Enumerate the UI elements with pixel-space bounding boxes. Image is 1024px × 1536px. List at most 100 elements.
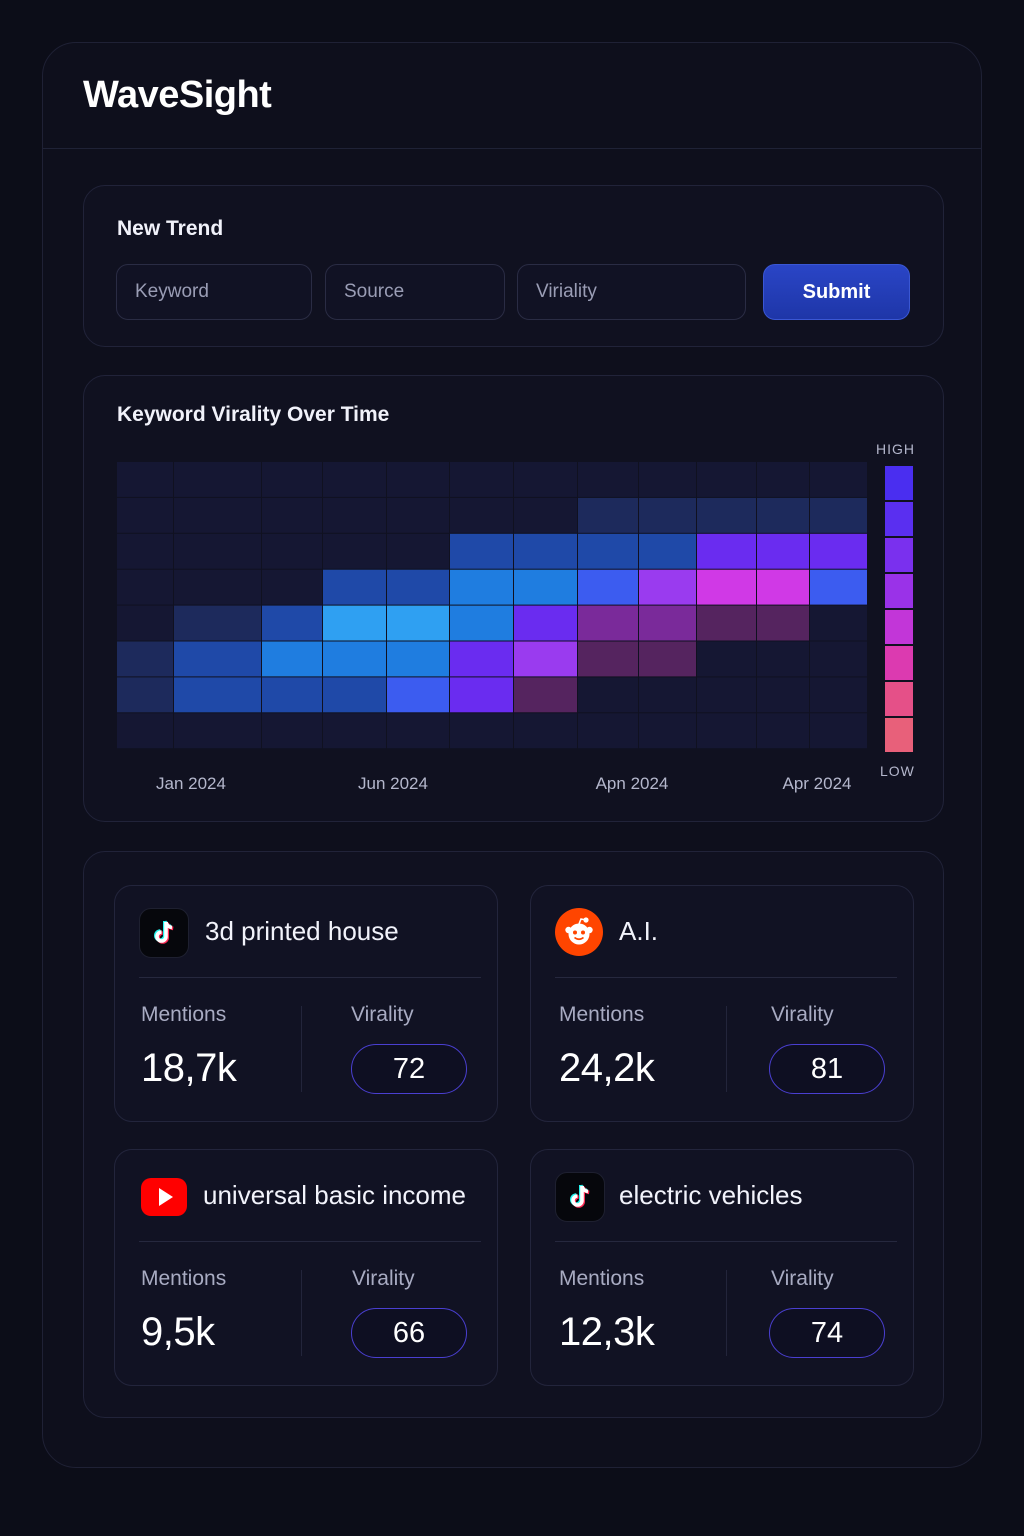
heatmap-cell: [174, 713, 261, 749]
heatmap-cell: [578, 497, 638, 533]
heatmap-cell: [810, 677, 867, 713]
legend-swatch: [885, 682, 913, 716]
youtube-icon: [139, 1172, 189, 1222]
heatmap-cell: [174, 569, 261, 605]
keyword-field[interactable]: [116, 264, 312, 320]
heatmap-cell: [757, 497, 809, 533]
heatmap-cell: [117, 569, 173, 605]
mentions-value: 9,5k: [141, 1310, 215, 1354]
heatmap-cell: [639, 677, 696, 713]
source-input[interactable]: [344, 281, 504, 303]
virality-chart-panel: Keyword Virality Over Time HIGH LOW Jan …: [83, 375, 944, 822]
heatmap-cell: [514, 677, 577, 713]
heatmap-cell: [639, 462, 696, 497]
heatmap-cell: [262, 713, 322, 749]
heatmap-cell: [450, 569, 513, 605]
heatmap-cell: [514, 497, 577, 533]
heatmap-cell: [323, 462, 386, 497]
heatmap-cell: [262, 497, 322, 533]
heatmap-cell: [450, 713, 513, 749]
heatmap-cell: [697, 462, 756, 497]
x-tick-label: Apr 2024: [783, 774, 852, 793]
heatmap-cell: [450, 462, 513, 497]
heatmap-cell: [262, 605, 322, 641]
heatmap-cell: [578, 677, 638, 713]
metric-divider: [726, 1270, 727, 1356]
mentions-label: Mentions: [141, 1003, 227, 1026]
heatmap-cell: [578, 641, 638, 677]
heatmap-cell: [639, 641, 696, 677]
heatmap-cell: [757, 641, 809, 677]
trend-keyword: universal basic income: [203, 1180, 467, 1210]
virality-score-badge: 74: [769, 1308, 885, 1358]
source-field[interactable]: [325, 264, 505, 320]
heatmap-cell: [323, 497, 386, 533]
new-trend-panel: New Trend Submit: [83, 185, 944, 347]
heatmap-cell: [117, 462, 173, 497]
keyword-input[interactable]: [135, 281, 311, 303]
tiktok-icon: [555, 1172, 605, 1222]
heatmap-cell: [117, 605, 173, 641]
legend-swatch: [885, 610, 913, 644]
heatmap-cell: [697, 677, 756, 713]
trend-card-header: 3d printed house: [139, 908, 481, 978]
heatmap-cell: [697, 569, 756, 605]
heatmap-cell: [323, 533, 386, 569]
virality-score-badge: 66: [351, 1308, 467, 1358]
heatmap-cell: [450, 641, 513, 677]
mentions-value: 24,2k: [559, 1046, 655, 1090]
heatmap-cell: [323, 677, 386, 713]
virality-label: Virality: [351, 1003, 414, 1026]
heatmap-cell: [387, 533, 449, 569]
heatmap-cell: [757, 605, 809, 641]
heatmap-cell: [174, 533, 261, 569]
legend-swatch: [885, 718, 913, 752]
heatmap-cell: [578, 605, 638, 641]
new-trend-heading: New Trend: [117, 217, 224, 240]
heatmap-cell: [578, 462, 638, 497]
heatmap-cell: [578, 533, 638, 569]
submit-button[interactable]: Submit: [763, 264, 910, 320]
heatmap-cell: [387, 677, 449, 713]
heatmap-cell: [810, 713, 867, 749]
heatmap-cell: [514, 462, 577, 497]
trend-keyword: A.I.: [619, 916, 659, 946]
heatmap-cell: [450, 533, 513, 569]
mentions-label: Mentions: [559, 1267, 645, 1290]
heatmap-cell: [262, 462, 322, 497]
heatmap-cell: [387, 605, 449, 641]
trend-card[interactable]: universal basic income Mentions 9,5k Vir…: [114, 1149, 498, 1386]
metric-divider: [726, 1006, 727, 1092]
heatmap-cell: [810, 605, 867, 641]
app-title: WaveSight: [83, 74, 272, 116]
heatmap-cell: [578, 569, 638, 605]
virality-field[interactable]: [517, 264, 746, 320]
heatmap-cell: [174, 605, 261, 641]
heatmap-cell: [810, 462, 867, 497]
trend-card[interactable]: A.I. Mentions 24,2k Virality 81: [530, 885, 914, 1122]
virality-label: Virality: [352, 1267, 415, 1290]
virality-input[interactable]: [536, 281, 745, 303]
heatmap-cell: [514, 713, 577, 749]
heatmap-cell: [323, 569, 386, 605]
scale-low-label: LOW: [880, 763, 915, 779]
heatmap-cell: [514, 569, 577, 605]
virality-score-badge: 81: [769, 1044, 885, 1094]
heatmap-cell: [262, 641, 322, 677]
heatmap-cell: [810, 641, 867, 677]
heatmap-cell: [639, 605, 696, 641]
heatmap-cell: [810, 569, 867, 605]
trend-card[interactable]: electric vehicles Mentions 12,3k Viralit…: [530, 1149, 914, 1386]
heatmap-cell: [639, 713, 696, 749]
heatmap-cell: [514, 641, 577, 677]
metric-divider: [301, 1006, 302, 1092]
heatmap-cell: [450, 677, 513, 713]
x-tick-label: Jan 2024: [156, 774, 226, 793]
heatmap-cell: [387, 641, 449, 677]
trend-card[interactable]: 3d printed house Mentions 18,7k Virality…: [114, 885, 498, 1122]
heatmap-cell: [757, 533, 809, 569]
heatmap-cell: [117, 713, 173, 749]
legend-swatch: [885, 574, 913, 608]
heatmap-cell: [514, 605, 577, 641]
x-tick-label: Apn 2024: [596, 774, 669, 793]
